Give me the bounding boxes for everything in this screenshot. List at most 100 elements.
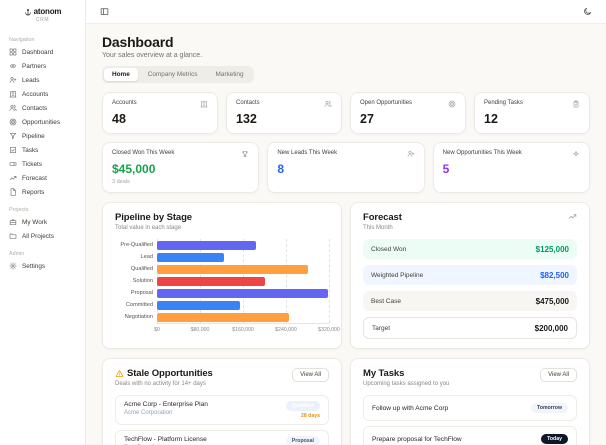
stage-badge: Qualified [285,401,320,411]
chart-category-label: Lead [140,254,153,260]
chart-x-axis: $0 $80,000 $160,000 $240,000 $320,000 [154,327,340,335]
tab-marketing[interactable]: Marketing [207,68,251,81]
file-icon [9,188,17,196]
stale-days: 28 days [300,413,320,419]
trend-up-icon [9,174,17,182]
tab-company-metrics[interactable]: Company Metrics [140,68,206,81]
tasks-list: Follow up with Acme Corp Tomorrow Prepar… [363,395,577,445]
task-row[interactable]: Prepare proposal for TechFlow Today [363,426,577,445]
tab-home[interactable]: Home [104,68,138,81]
sidebar-item-all-projects[interactable]: All Projects [0,229,85,243]
sidebar-item-my-work[interactable]: My Work [0,215,85,229]
forecast-row-weighted-pipeline: Weighted Pipeline $82,500 [363,265,577,285]
chart-bar [157,288,328,298]
forecast-row-target: Target $200,000 [363,317,577,339]
chart-bar [157,312,289,322]
logo-subtext: CRM [35,17,50,23]
stat-value: 27 [360,112,374,126]
nav-section-projects: Projects My Work All Projects [0,207,85,243]
chart-category-label: Solution [132,278,153,284]
sidebar-item-pipeline[interactable]: Pipeline [0,129,85,143]
chart-bar [157,276,265,286]
week-value: $45,000 [112,162,156,176]
briefcase-icon [9,218,17,226]
x-axis-tick-label: $80,000 [190,327,210,333]
grid-icon [9,48,17,56]
ticket-icon [9,160,17,168]
tasks-view-all-button[interactable]: View All [540,368,577,382]
sidebar-item-forecast[interactable]: Forecast [0,171,85,185]
task-due-badge: Tomorrow [531,403,568,413]
chart-bar-row [157,239,329,251]
dashboard-tabs: Home Company Metrics Marketing [102,66,254,83]
sidebar-item-reports[interactable]: Reports [0,185,85,199]
x-axis-tick-label: $160,000 [232,327,254,333]
theme-toggle-button[interactable] [581,5,594,18]
sidebar-item-contacts[interactable]: Contacts [0,101,85,115]
sidebar-item-tasks[interactable]: Tasks [0,143,85,157]
sidebar-item-tickets[interactable]: Tickets [0,157,85,171]
nav-section-label: Navigation [9,37,35,43]
target-icon [448,100,456,108]
users-icon [324,100,332,108]
sidebar-item-dashboard[interactable]: Dashboard [0,45,85,59]
dashboard-content: Dashboard Your sales overview at a glanc… [86,24,606,445]
task-title: Follow up with Acme Corp [372,404,449,412]
target-icon [9,118,17,126]
chart-category-label: Pre-Qualified [120,242,153,248]
chart-bar-row [157,311,329,323]
sidebar-item-partners[interactable]: Partners [0,59,85,73]
week-subtext: 3 deals [112,179,130,185]
stale-opportunities-list: Acme Corp - Enterprise Plan Acme Corpora… [115,395,329,445]
stale-view-all-button[interactable]: View All [292,368,329,382]
user-plus-icon [9,76,17,84]
deal-company: Acme Corporation [124,410,173,416]
moon-icon [583,7,592,16]
forecast-subtitle: This Month [363,225,393,231]
chart-plot-area [157,239,330,324]
funnel-icon [9,132,17,140]
stale-opportunity-row[interactable]: Acme Corp - Enterprise Plan Acme Corpora… [115,395,329,425]
trophy-icon [241,150,249,158]
chart-bar [157,252,225,262]
x-axis-tick-label: $0 [154,327,160,333]
chart-category-label: Negotiation [124,314,153,320]
week-subtext [277,179,414,185]
x-axis-tick-label: $320,000 [318,327,340,333]
stale-opportunity-row[interactable]: TechFlow - Platform License TechFlow Sol… [115,430,329,445]
tasks-title: My Tasks [363,368,405,379]
sidebar-item-accounts[interactable]: Accounts [0,87,85,101]
partners-icon [9,62,17,70]
building-icon [9,90,17,98]
chart-category-label: Qualified [130,266,153,272]
week-subtext [443,179,580,185]
stats-row: Accounts 48 Contacts 132 Open Opportunit… [102,92,590,134]
chart-category-label: Proposal [130,290,153,296]
pipeline-bar-chart: Pre-Qualified Lead Qualified Solution Pr… [115,239,340,335]
sidebar-toggle-button[interactable] [98,5,111,18]
tasks-subtitle: Upcoming tasks assigned to you [363,381,450,387]
nav-section-navigation: Navigation Dashboard Partners Leads Acco… [0,37,85,199]
trend-up-icon [568,212,577,221]
stale-subtitle: Deals with no activity for 14+ days [115,381,206,387]
stat-card-contacts: Contacts 132 [226,92,342,134]
week-stats-row: Closed Won This Week $45,000 3 deals New… [102,142,590,193]
task-row[interactable]: Follow up with Acme Corp Tomorrow [363,395,577,421]
page-subtitle: Your sales overview at a glance. [102,52,203,59]
logo-icon [24,8,32,16]
sidebar-item-opportunities[interactable]: Opportunities [0,115,85,129]
nav-section-admin: Admin Settings [0,251,85,273]
sidebar-nav: Navigation Dashboard Partners Leads Acco… [0,37,85,273]
chart-bar-row [157,275,329,287]
warning-icon [115,369,124,378]
panel-left-icon [100,7,109,16]
week-value: 5 [442,162,450,176]
week-card-new-leads-this-week: New Leads This Week 8 [267,142,425,193]
sidebar: atonom CRM Navigation Dashboard Partners… [0,0,86,445]
sidebar-item-leads[interactable]: Leads [0,73,85,87]
sidebar-item-settings[interactable]: Settings [0,259,85,273]
nav-section-label: Projects [9,207,29,213]
forecast-rows: Closed Won $125,000 Weighted Pipeline $8… [363,239,577,339]
app-logo[interactable]: atonom CRM [0,0,85,29]
chart-bar [157,240,257,250]
